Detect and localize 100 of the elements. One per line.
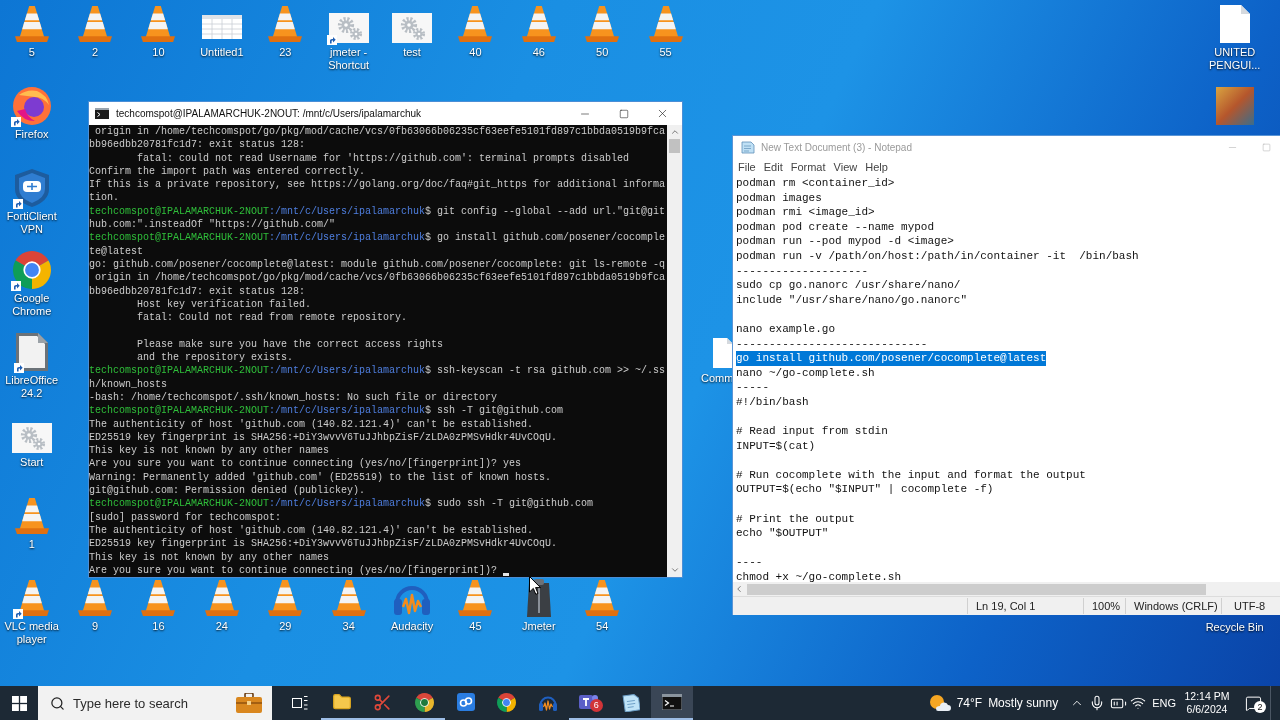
clock[interactable]: 12:14 PM 6/6/2024 xyxy=(1182,686,1232,720)
text-line: podman rm <container_id> xyxy=(736,176,895,191)
terminal-line: hub.com:".insteadOf "https://github.com/" xyxy=(89,218,336,232)
text-line: ---- xyxy=(736,555,763,571)
taskbar-app[interactable]: 6 xyxy=(568,686,611,720)
terminal-line: Are you sure you want to continue connecting (yes/no/[fingerprint])? xyxy=(89,563,498,577)
text-line: -------------------- xyxy=(736,263,869,279)
prompt-path: :/mnt/c/Users/ipalamarchuk xyxy=(269,365,426,377)
command-text: $ git config --global --add url."git@git xyxy=(425,205,666,217)
menu-item[interactable]: Format xyxy=(786,159,830,175)
notification-count: 2 xyxy=(1254,701,1266,713)
window-title: techcomspot@IPALAMARCHUK-2NOUT: /mnt/c/Users/ipalamarchuk xyxy=(116,107,422,121)
search-field[interactable]: Type here to search xyxy=(38,686,272,720)
chevron-left-icon[interactable] xyxy=(734,584,744,594)
terminal-line: -bash: /home/techcomspot/.ssh/known_hosts: No such file or directory xyxy=(89,390,498,405)
close-icon xyxy=(656,107,669,120)
chevron-down-icon[interactable] xyxy=(669,565,680,575)
briefcase-icon xyxy=(236,693,262,713)
scrollbar-track[interactable] xyxy=(667,125,682,577)
scrollbar-track[interactable] xyxy=(733,582,1280,596)
text-line: # Run cocomplete with the input and format the output xyxy=(736,467,1086,483)
scissors-icon xyxy=(373,692,393,712)
traffic-cone-icon xyxy=(141,579,176,617)
text-line: nano example.go xyxy=(736,321,836,337)
taskbar-app[interactable] xyxy=(651,686,693,720)
maximize-icon xyxy=(618,108,629,119)
zoom-level: 100% xyxy=(1083,597,1125,615)
traffic-cone-icon xyxy=(14,497,49,535)
app-tile-icon xyxy=(456,693,475,711)
traffic-cone-icon xyxy=(78,5,113,43)
prompt-path: :/mnt/c/Users/ipalamarchuk xyxy=(269,498,426,510)
language-indicator[interactable]: ENG xyxy=(1146,686,1182,720)
gears-icon xyxy=(11,423,52,453)
traffic-cone-icon xyxy=(331,579,366,617)
text-line: podman rmi <image_id> xyxy=(736,205,875,220)
command-text: $ ssh -T git@github.com xyxy=(425,405,564,417)
notepad-icon xyxy=(621,692,640,712)
terminal-line: The authenticity of host 'github.com (140.82.121.4)' can't be established. xyxy=(89,417,534,431)
terminal-line: ED25519 key fingerprint is SHA256:+DiY3wvvV6TuJJhbpZisF/zLDA0zPMSvHdkr4UvCOqU. xyxy=(89,537,558,551)
text-line: sudo cp go.nanorc /usr/share/nano/ xyxy=(736,278,961,293)
gears-icon xyxy=(392,13,433,43)
window-title: New Text Document (3) - Notepad xyxy=(761,140,912,155)
text-line: # Read input from stdin xyxy=(736,424,888,439)
chevron-up-icon[interactable] xyxy=(669,127,680,137)
terminal-line: fatal: could not read Username for 'https://github.com': terminal prompts disabled xyxy=(136,151,630,165)
terminal-line: origin in /home/techcomspot/go/pkg/mod/cache/vcs/0fb63066b06235cf63eefe5101fd897c1bbda0519b9fca xyxy=(94,125,666,139)
text-line: ----------------------------- xyxy=(736,336,928,352)
traffic-cone-icon xyxy=(268,5,303,43)
text-line: include "/usr/share/nano/go.nanorc" xyxy=(736,292,968,308)
menu-item[interactable]: Help xyxy=(861,159,892,175)
cursor-position: Ln 19, Col 1 xyxy=(967,597,1083,615)
stacked-windows-icon xyxy=(292,696,308,710)
terminal-line: Are you sure you want to continue connecting (yes/no/[fingerprint])? yes xyxy=(89,457,522,471)
terminal-line: git@github.com: Permission denied (publickey). xyxy=(89,484,366,498)
terminal-line: ED25519 key fingerprint is SHA256:+DiY3wvvV6TuJJhbpZisF/zLDA0zPMSvHdkr4UvCOqU. xyxy=(89,430,558,445)
prompt-user: techcomspot@IPALAMARCHUK-2NOUT xyxy=(89,232,270,244)
traffic-cone-icon xyxy=(14,5,49,43)
prompt-user: techcomspot@IPALAMARCHUK-2NOUT xyxy=(89,405,270,417)
scrollbar-thumb[interactable] xyxy=(669,139,680,153)
text-line: OUTPUT=$(echo "$INPUT" | cocomplete -f) xyxy=(736,482,994,498)
prompt-path: :/mnt/c/Users/ipalamarchuk xyxy=(269,405,426,417)
scrollbar-thumb[interactable] xyxy=(747,583,1206,595)
traffic-cone-icon xyxy=(78,579,113,617)
search-icon xyxy=(50,696,65,711)
terminal-line: Warning: Permanently added 'github.com' (ED25519) to the list of known hosts. xyxy=(89,470,552,484)
line-ending: Windows (CRLF) xyxy=(1125,597,1221,615)
weather-widget[interactable]: 74°F Mostly sunny xyxy=(928,686,1059,720)
traffic-cone-icon xyxy=(268,579,303,617)
prompt-user: techcomspot@IPALAMARCHUK-2NOUT xyxy=(89,498,270,510)
terminal-line: bb96edbb20781fc1d7: exit status 128: xyxy=(89,284,306,298)
terminal-line: Host key verification failed. xyxy=(136,297,312,312)
terminal-line: This key is not known by any other names xyxy=(89,444,330,458)
menu-item[interactable]: File xyxy=(734,159,760,175)
notification-center-button[interactable]: 2 xyxy=(1236,686,1270,720)
command-text: $ sudo ssh -T git@github.com xyxy=(425,498,594,510)
text-line: podman images xyxy=(736,190,822,206)
shield-icon xyxy=(14,169,49,207)
menu-item[interactable]: Edit xyxy=(759,159,787,175)
prompt-user: techcomspot@IPALAMARCHUK-2NOUT xyxy=(89,365,270,377)
wifi-icon[interactable] xyxy=(1130,695,1147,711)
gears-icon xyxy=(328,13,369,43)
text-line: chmod +x ~/go-complete.sh xyxy=(736,570,902,582)
prompt-path: :/mnt/c/Users/ipalamarchuk xyxy=(269,205,426,217)
console-icon xyxy=(662,694,682,710)
terminal-line: origin in /home/techcomspot/go/pkg/mod/cache/vcs/0fb63066b06235cf63eefe5101fd897c1bbda0519b9fca xyxy=(94,271,666,285)
menu-item[interactable]: View xyxy=(829,159,862,175)
traffic-cone-icon xyxy=(585,579,620,617)
notepad-icon xyxy=(741,140,755,154)
swirl-circle-icon xyxy=(12,87,51,125)
text-line: podman run -v /path/on/host:/path/in/container -it /bin/bash xyxy=(736,248,1139,264)
terminal-line: go: github.com/posener/cocomplete@latest: module github.com/posener/cocomplete: git ls-remote -q xyxy=(89,257,666,272)
console-icon xyxy=(95,108,109,119)
document-icon xyxy=(1219,5,1250,43)
traffic-cone-icon xyxy=(521,5,556,43)
terminal-line: tion. xyxy=(89,191,119,205)
terminal-line: If this is a private repository, see https://golang.org/doc/faq#git_https for additional informa xyxy=(89,178,666,192)
terminal-line: Please make sure you have the correct access rights xyxy=(136,337,444,352)
segmented-circle-icon xyxy=(414,692,434,712)
text-line: echo "$OUTPUT" xyxy=(736,526,829,541)
traffic-cone-icon xyxy=(458,5,493,43)
